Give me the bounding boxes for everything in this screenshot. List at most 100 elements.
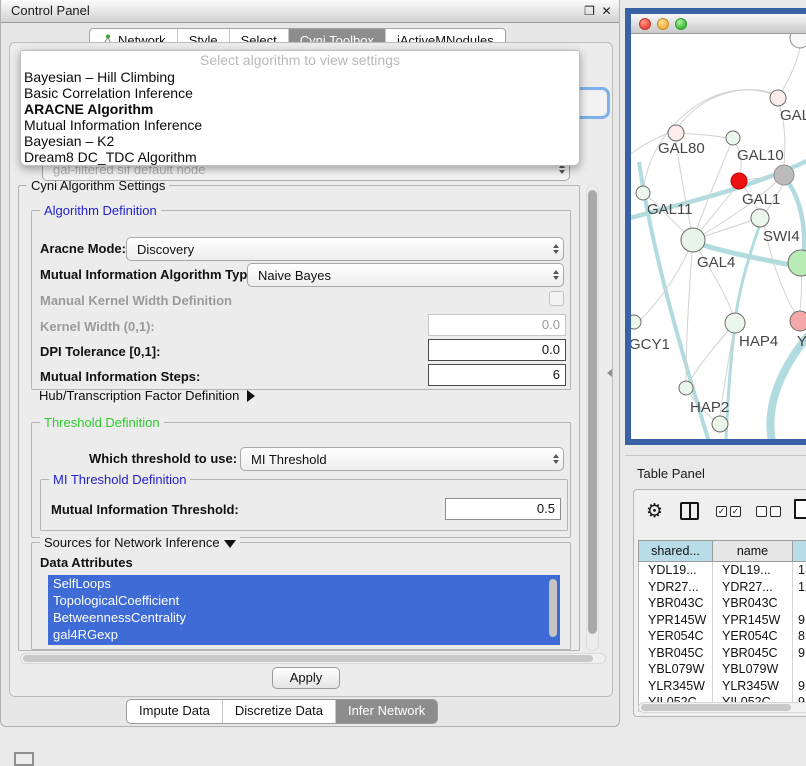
network-node[interactable]	[631, 315, 641, 329]
table-cell: YBR045C	[713, 645, 793, 662]
network-node[interactable]	[712, 416, 728, 432]
network-node[interactable]	[668, 125, 684, 141]
algorithm-definition-group: Algorithm Definition Aracne Mode: Discov…	[31, 210, 571, 390]
table-cell: YBR043C	[639, 595, 713, 612]
zoom-window-icon[interactable]	[675, 18, 687, 30]
deselect-all-checkboxes-icon[interactable]	[756, 506, 781, 517]
control-panel-title: Control Panel	[11, 0, 90, 22]
which-threshold-combo[interactable]: MI Threshold	[240, 447, 564, 471]
attribute-list-item[interactable]: SelfLoops	[48, 575, 560, 592]
combo-stepper-icon	[549, 270, 563, 280]
export-table-icon[interactable]	[794, 499, 806, 519]
network-node[interactable]	[770, 90, 786, 106]
attribute-list-item[interactable]: gal4RGexp	[48, 626, 560, 643]
table-cell: 9.	[793, 612, 806, 629]
network-node[interactable]	[731, 173, 747, 189]
collapsed-arrow-icon	[247, 390, 255, 402]
expanded-arrow-icon[interactable]	[224, 540, 236, 548]
checked-box-icon: ✓	[730, 506, 741, 517]
algorithm-option[interactable]: ARACNE Algorithm	[21, 101, 579, 117]
table-row[interactable]: YER054CYER054C8.	[639, 628, 806, 645]
aracne-mode-combo[interactable]: Discovery	[126, 237, 564, 261]
network-graph[interactable]: GAL80GAL10GALGAL1GAL11SWI4GAL4GCY1HAP4YH…	[631, 34, 806, 439]
tab-impute-data[interactable]: Impute Data	[127, 700, 222, 723]
mi-threshold-field[interactable]: 0.5	[445, 498, 561, 520]
combo-stepper-icon	[549, 244, 563, 254]
network-node[interactable]	[681, 228, 705, 252]
mi-type-combo[interactable]: Naive Bayes	[247, 263, 564, 287]
mi-steps-label: Mutual Information Steps:	[40, 369, 200, 384]
algorithm-popup-placeholder: Select algorithm to view settings	[21, 51, 579, 69]
mi-steps-field[interactable]: 6	[428, 364, 566, 386]
panel-divider-collapse-icon[interactable]	[607, 369, 612, 377]
network-node[interactable]	[751, 209, 769, 227]
algorithm-option[interactable]: Mutual Information Inference	[21, 117, 579, 133]
kernel-width-field[interactable]: 0.0	[428, 314, 566, 336]
algorithm-option[interactable]: Dream8 DC_TDC Algorithm	[21, 149, 579, 165]
sources-group-title: Sources for Network Inference	[40, 535, 240, 550]
minimized-panel-grip[interactable]	[14, 752, 34, 766]
network-node[interactable]	[679, 381, 693, 395]
cyni-algorithm-settings-group: Cyni Algorithm Settings Algorithm Defini…	[18, 185, 580, 651]
algorithm-option[interactable]: Bayesian – K2	[21, 133, 579, 149]
aracne-mode-value: Discovery	[127, 242, 549, 257]
table-cell: YER054C	[713, 628, 793, 645]
threshold-definition-title: Threshold Definition	[40, 415, 164, 430]
combo-stepper-icon	[549, 454, 563, 464]
table-body: YDL19...YDL19...13YDR27...YDR27...12YBR0…	[638, 562, 806, 712]
settings-horizontal-scrollbar[interactable]	[20, 653, 606, 664]
attribute-list-item[interactable]: BetweennessCentrality	[48, 609, 560, 626]
table-header-cell[interactable]	[793, 541, 806, 561]
table-row[interactable]: YBR045CYBR045C9.	[639, 645, 806, 662]
network-node[interactable]	[790, 311, 806, 331]
float-window-icon[interactable]: ❐	[582, 3, 597, 19]
settings-vertical-scrollbar[interactable]	[586, 185, 599, 651]
hub-definition-toggle[interactable]: Hub/Transcription Factor Definition	[39, 388, 255, 403]
algorithm-option[interactable]: Basic Correlation Inference	[21, 85, 579, 101]
node-label: GAL80	[658, 140, 705, 157]
network-node[interactable]	[790, 34, 806, 48]
table-row[interactable]: YDL19...YDL19...13	[639, 562, 806, 579]
dpi-tolerance-field[interactable]: 0.0	[428, 339, 566, 361]
network-node[interactable]	[774, 165, 794, 185]
node-label: GCY1	[631, 336, 670, 353]
node-label: GAL1	[742, 191, 780, 208]
tab-infer-network[interactable]: Infer Network	[335, 700, 437, 723]
screenshot-root: { "colors": { "legend_blue": "#2222cc", …	[0, 0, 806, 762]
table-cell: 9.	[793, 645, 806, 662]
manual-kernel-checkbox[interactable]	[549, 291, 564, 306]
columns-icon[interactable]	[680, 502, 699, 520]
table-horizontal-scrollbar[interactable]	[638, 702, 806, 713]
attributes-list-scrollbar[interactable]	[549, 579, 557, 637]
table-row[interactable]: YDR27...YDR27...12	[639, 579, 806, 596]
data-attributes-list[interactable]: SelfLoopsTopologicalCoefficientBetweenne…	[48, 575, 560, 645]
table-row[interactable]: YLR345WYLR345W9.	[639, 678, 806, 695]
network-node[interactable]	[725, 313, 745, 333]
control-panel-titlebar: Control Panel ❐ ✕	[1, 0, 619, 23]
tab-discretize-data[interactable]: Discretize Data	[222, 700, 335, 723]
apply-button[interactable]: Apply	[272, 667, 340, 689]
data-attributes-label: Data Attributes	[40, 555, 133, 570]
node-label: Y	[797, 333, 806, 350]
attribute-list-item[interactable]: TopologicalCoefficient	[48, 592, 560, 609]
network-node[interactable]	[788, 250, 806, 276]
close-window-icon[interactable]	[639, 18, 651, 30]
network-node[interactable]	[726, 131, 740, 145]
node-label: GAL11	[647, 201, 693, 218]
table-row[interactable]: YBL079WYBL079W	[639, 661, 806, 678]
minimize-window-icon[interactable]	[657, 18, 669, 30]
table-row[interactable]: YBR043CYBR043C	[639, 595, 806, 612]
node-label: SWI4	[763, 228, 800, 245]
select-all-checkboxes-icon[interactable]: ✓ ✓	[716, 506, 741, 517]
network-view-window: GAL80GAL10GALGAL1GAL11SWI4GAL4GCY1HAP4YH…	[625, 8, 806, 445]
close-panel-icon[interactable]: ✕	[599, 3, 614, 19]
algorithm-dropdown-popup: Select algorithm to view settings Bayesi…	[20, 50, 580, 166]
mi-type-value: Naive Bayes	[248, 268, 549, 283]
table-panel-title: Table Panel	[637, 466, 705, 481]
table-header-cell[interactable]: shared...	[639, 541, 713, 561]
network-node[interactable]	[636, 186, 650, 200]
table-header-cell[interactable]: name	[713, 541, 793, 561]
gear-icon[interactable]: ⚙	[646, 500, 663, 523]
algorithm-option[interactable]: Bayesian – Hill Climbing	[21, 69, 579, 85]
table-row[interactable]: YPR145WYPR145W9.	[639, 612, 806, 629]
